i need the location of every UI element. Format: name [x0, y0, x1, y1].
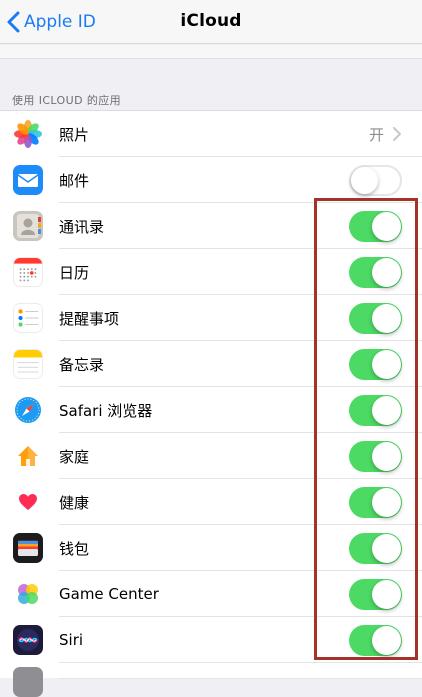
list-item-safari: Safari 浏览器: [0, 387, 422, 433]
row-label: Game Center: [59, 585, 159, 603]
reminders-toggle[interactable]: [349, 302, 402, 334]
row-label: Safari 浏览器: [59, 401, 153, 420]
toggle-knob: [351, 166, 378, 194]
page-title: iCloud: [180, 11, 242, 31]
list-item-contacts: 通讯录: [0, 203, 422, 249]
list-item-notes: 备忘录: [0, 341, 422, 387]
app-list: 照片 开 邮件 通讯录 日历 提醒事项 备忘录 Safari 浏览器 家庭 健康…: [0, 110, 422, 697]
section-header: 使用 ICLOUD 的应用: [12, 94, 122, 107]
calendar-toggle[interactable]: [349, 256, 402, 288]
list-item-reminders: 提醒事项: [0, 295, 422, 341]
list-item-photos[interactable]: 照片 开: [0, 111, 422, 157]
toggle-knob: [372, 625, 401, 655]
list-item-home: 家庭: [0, 433, 422, 479]
game-center-toggle[interactable]: [349, 578, 402, 610]
health-toggle[interactable]: [349, 486, 402, 518]
toggle-knob: [372, 441, 401, 471]
toggle-knob: [372, 303, 401, 333]
game-center-icon: [13, 579, 43, 609]
reminders-icon: [13, 303, 43, 333]
home-icon: [13, 441, 43, 471]
chevron-right-icon: [393, 127, 401, 141]
contacts-toggle[interactable]: [349, 210, 402, 242]
photos-icon: [13, 119, 43, 149]
toggle-knob: [372, 533, 401, 563]
notes-icon: [13, 349, 43, 379]
list-item-siri: Siri: [0, 617, 422, 663]
mail-toggle[interactable]: [349, 164, 402, 196]
safari-toggle[interactable]: [349, 394, 402, 426]
siri-icon: [13, 625, 43, 655]
wallet-icon: [13, 533, 43, 563]
safari-icon: [13, 395, 43, 425]
row-label: 家庭: [59, 447, 90, 466]
navigation-bar: Apple ID iCloud: [0, 0, 422, 44]
toggle-knob: [372, 395, 401, 425]
list-item-partial: [0, 663, 422, 697]
home-toggle[interactable]: [349, 440, 402, 472]
list-item-game-center: Game Center: [0, 571, 422, 617]
toggle-knob: [372, 487, 401, 517]
list-item-wallet: 钱包: [0, 525, 422, 571]
row-label: 备忘录: [59, 355, 105, 374]
row-label: 日历: [59, 263, 90, 282]
list-item-mail: 邮件: [0, 157, 422, 203]
row-label: 照片: [59, 125, 90, 144]
section-spacer: [0, 45, 422, 59]
row-label: 提醒事项: [59, 309, 120, 328]
notes-toggle[interactable]: [349, 348, 402, 380]
list-item-health: 健康: [0, 479, 422, 525]
row-label: Siri: [59, 631, 84, 649]
toggle-knob: [372, 257, 401, 287]
toggle-knob: [372, 349, 401, 379]
row-label: 邮件: [59, 171, 90, 190]
wallet-toggle[interactable]: [349, 532, 402, 564]
row-label: 健康: [59, 493, 90, 512]
toggle-knob: [372, 211, 401, 241]
toggle-knob: [372, 579, 401, 609]
health-icon: [13, 487, 43, 517]
mail-icon: [13, 165, 43, 195]
contacts-icon: [13, 211, 43, 241]
row-detail-value: 开: [369, 125, 385, 144]
siri-toggle[interactable]: [349, 624, 402, 656]
row-label: 通讯录: [59, 217, 105, 236]
row-label: 钱包: [59, 539, 90, 558]
list-item-calendar: 日历: [0, 249, 422, 295]
calendar-icon: [13, 257, 43, 287]
app-icon: [13, 667, 43, 697]
